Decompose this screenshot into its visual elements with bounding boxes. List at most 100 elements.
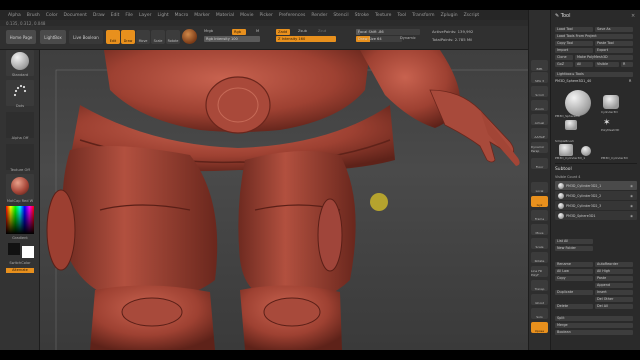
duplicate-button[interactable]: Duplicate xyxy=(555,290,593,295)
focal-shift-slider[interactable]: Focal Shift -86 xyxy=(356,29,420,35)
eye-icon[interactable]: ◉ xyxy=(630,214,633,218)
secondary-color-swatch[interactable] xyxy=(8,243,20,255)
close-palette-icon[interactable]: × xyxy=(631,13,635,19)
menu-item[interactable]: Preferences xyxy=(279,13,305,18)
rotate-mode-button[interactable]: Rotate xyxy=(166,30,180,44)
home-page-button[interactable]: Home Page xyxy=(6,30,36,44)
menu-item[interactable]: File xyxy=(125,13,133,18)
move-mode-button[interactable]: Move xyxy=(136,30,150,44)
r-button[interactable]: R xyxy=(621,62,633,67)
xpose-button[interactable]: Xpose xyxy=(531,322,548,333)
subtool-row[interactable]: PM3D_Cylinder3D2_1 ◉ xyxy=(555,181,637,190)
zsub-toggle[interactable]: Zsub xyxy=(298,29,307,33)
lightbox-button[interactable]: LightBox xyxy=(40,30,66,44)
visible-button[interactable]: Visible xyxy=(595,62,619,67)
star-brush-icon[interactable]: ✶ xyxy=(603,118,611,128)
subtool-title[interactable]: Subtool xyxy=(555,167,572,172)
bpr-button[interactable]: BPR xyxy=(531,60,548,71)
scroll-button[interactable]: Scroll xyxy=(531,86,548,97)
split-button[interactable]: Split xyxy=(555,316,633,321)
color-picker[interactable] xyxy=(6,206,34,234)
save-as-button[interactable]: Save As xyxy=(595,27,633,32)
subtool-row[interactable]: PM3D_Cylinder3D2_2 ◉ xyxy=(555,191,637,200)
frame-button[interactable]: Frame xyxy=(531,210,548,221)
all-low-button[interactable]: All Low xyxy=(555,269,593,274)
transp-button[interactable]: Transp xyxy=(531,280,548,291)
subtool-row[interactable]: PM3D_Cylinder3D2_3 ◉ xyxy=(555,201,637,210)
rename-button[interactable]: Rename xyxy=(555,262,593,267)
mrgb-label[interactable]: Mrgb xyxy=(204,29,213,33)
menu-item[interactable]: Brush xyxy=(27,13,40,18)
menu-item[interactable]: Tool xyxy=(397,13,406,18)
insert-button[interactable]: Insert xyxy=(595,290,633,295)
alternate-button[interactable]: Alternate xyxy=(6,268,34,273)
autoreorder-button[interactable]: AutoReorder xyxy=(595,262,633,267)
zcut-toggle[interactable]: Zcut xyxy=(318,29,326,33)
edit-mode-button[interactable]: Edit xyxy=(106,30,120,44)
menu-item[interactable]: Stencil xyxy=(333,13,348,18)
ghost-button[interactable]: Ghost xyxy=(531,294,548,305)
z-intensity-slider[interactable]: Z Intensity 160 xyxy=(276,36,336,42)
import-button[interactable]: Import xyxy=(555,48,593,53)
menu-item[interactable]: Movie xyxy=(240,13,253,18)
local-button[interactable]: Local xyxy=(531,182,548,193)
material-thumbnail[interactable] xyxy=(6,174,34,200)
export-button[interactable]: Export xyxy=(595,48,633,53)
polyf-button[interactable]: Line Fill PolyF xyxy=(531,266,548,277)
eye-icon[interactable]: ◉ xyxy=(630,184,633,188)
cylinder-thumb-small[interactable] xyxy=(559,144,573,156)
subtool-row[interactable]: PM3D_Sphere3D1 ◉ xyxy=(555,211,637,220)
make-polymesh-button[interactable]: Make PolyMesh3D xyxy=(575,55,633,60)
draw-size-slider[interactable]: Draw Size 64 xyxy=(356,36,402,42)
del-other-button[interactable]: Del Other xyxy=(595,297,633,302)
alpha-thumbnail[interactable] xyxy=(6,112,34,138)
cylinder-tool-thumb[interactable] xyxy=(603,95,619,109)
append-button[interactable]: Append xyxy=(595,283,633,288)
paste-tool-button[interactable]: Paste Tool xyxy=(595,41,633,46)
stroke-thumbnail[interactable] xyxy=(6,80,34,106)
sphere-thumb-small[interactable] xyxy=(581,146,591,156)
aahalf-button[interactable]: AAHalf xyxy=(531,128,548,139)
m-toggle[interactable]: M xyxy=(256,29,259,33)
canvas-viewport[interactable] xyxy=(40,50,528,350)
material-sphere-icon[interactable] xyxy=(182,29,197,44)
texture-thumbnail[interactable] xyxy=(6,144,34,170)
scale-mode-button[interactable]: Scale xyxy=(151,30,165,44)
load-tool-button[interactable]: Load Tool xyxy=(555,27,593,32)
live-boolean-button[interactable]: Live Boolean xyxy=(69,30,103,44)
new-folder-button[interactable]: New Folder xyxy=(555,246,593,251)
scale-button[interactable]: Scale xyxy=(531,238,548,249)
all-high-button[interactable]: All High xyxy=(595,269,633,274)
menu-item[interactable]: Texture xyxy=(375,13,391,18)
menu-item[interactable]: Marker xyxy=(194,13,210,18)
menu-item[interactable]: Material xyxy=(216,13,234,18)
menu-item[interactable]: Macro xyxy=(175,13,189,18)
zoom-button[interactable]: Zoom xyxy=(531,100,548,111)
draw-mode-button[interactable]: Draw xyxy=(121,30,135,44)
switch-color-button[interactable]: SwitchColor xyxy=(2,261,38,265)
zadd-toggle[interactable]: Zadd xyxy=(276,29,290,35)
spix-button[interactable]: SPix 3 xyxy=(531,72,548,83)
persp-button[interactable]: Dynamic Persp xyxy=(531,142,548,153)
menu-item[interactable]: Render xyxy=(311,13,327,18)
menu-item[interactable]: Document xyxy=(64,13,87,18)
boolean-button[interactable]: Boolean xyxy=(555,330,633,335)
solo-button[interactable]: Solo xyxy=(531,308,548,319)
eye-icon[interactable]: ◉ xyxy=(630,204,633,208)
merge-button[interactable]: Merge xyxy=(555,323,633,328)
del-all-button[interactable]: Del All xyxy=(595,304,633,309)
menu-item[interactable]: Zscript xyxy=(464,13,480,18)
lightbox-tools-button[interactable]: Lightbox ▸ Tools xyxy=(555,72,633,77)
list-all-button[interactable]: List All xyxy=(555,239,593,244)
menu-item[interactable]: Layer xyxy=(139,13,152,18)
copy-button[interactable]: Copy xyxy=(555,276,593,281)
main-color-swatch[interactable] xyxy=(22,246,34,258)
menu-item[interactable]: Color xyxy=(46,13,58,18)
all-button[interactable]: All xyxy=(575,62,593,67)
menu-item[interactable]: Alpha xyxy=(8,13,21,18)
rotate-button[interactable]: Rotate xyxy=(531,252,548,263)
paste-button[interactable]: Paste xyxy=(595,276,633,281)
goz-button[interactable]: GoZ xyxy=(555,62,573,67)
menu-item[interactable]: Zplugin xyxy=(441,13,458,18)
copy-tool-button[interactable]: Copy Tool xyxy=(555,41,593,46)
